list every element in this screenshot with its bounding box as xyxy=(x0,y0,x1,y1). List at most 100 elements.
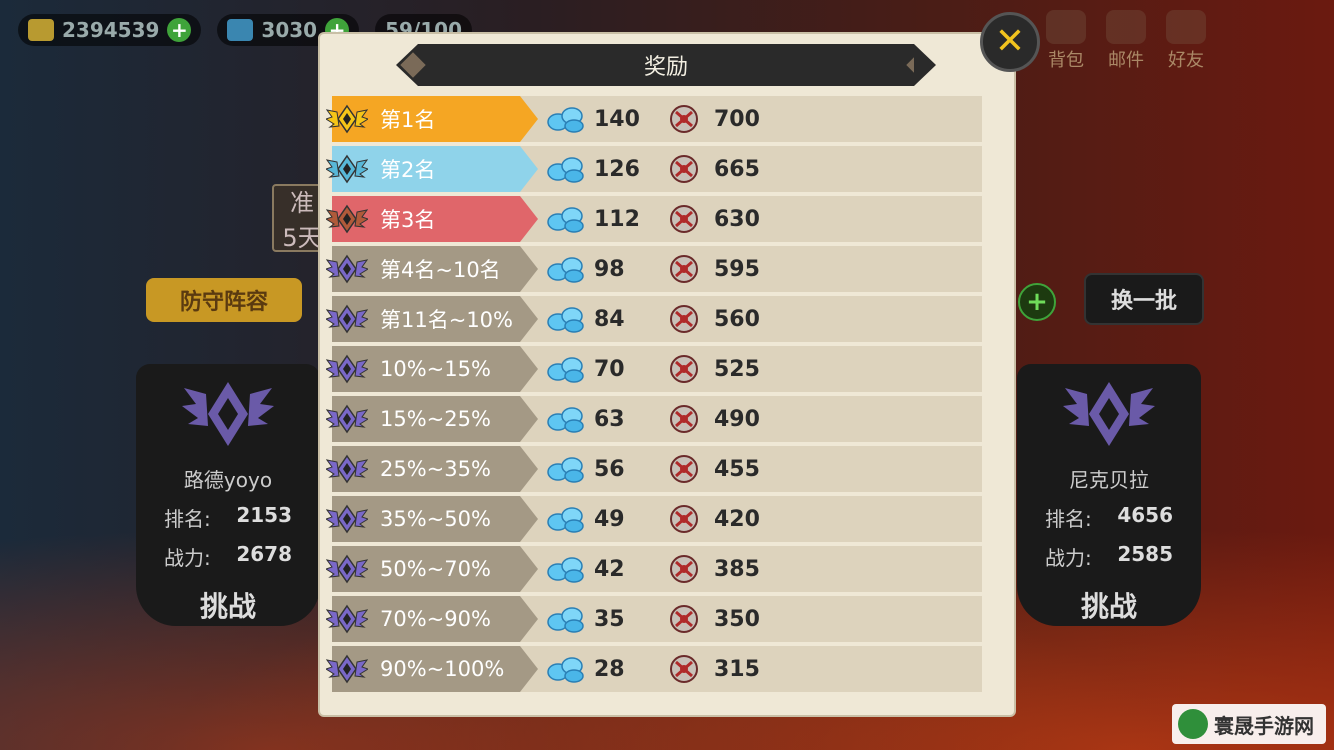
reward-row: 90%~100% 28 315 xyxy=(326,646,982,692)
rewards-dialog: 奖励 第1名 140 700 第2名 126 665 第3名 112 630 第4名~10名 98 5… xyxy=(320,34,1014,715)
reward-rank-label: 第2名 xyxy=(380,158,436,182)
diamond-icon xyxy=(547,557,584,583)
mail-icon xyxy=(1106,10,1146,44)
reward-rank-tier: 第2名 xyxy=(326,146,538,192)
reward-rank-tier: 50%~70% xyxy=(326,546,538,592)
reward-rank-label: 25%~35% xyxy=(380,457,491,481)
diamond-icon xyxy=(547,107,584,133)
rank-emblem-icon xyxy=(1063,382,1155,446)
rank-badge-icon xyxy=(326,254,368,284)
honor-medal-icon xyxy=(670,555,698,583)
honor-medal-icon xyxy=(670,255,698,283)
challenge-button[interactable]: 挑战 xyxy=(1017,585,1201,625)
reward-honor: 525 xyxy=(714,356,760,382)
watermark: 寰晟手游网 xyxy=(1172,704,1326,744)
rank-emblem-icon xyxy=(182,382,274,446)
reward-rank-label: 第11名~10% xyxy=(380,308,513,332)
diamond-icon xyxy=(547,257,584,283)
reward-diamonds: 28 xyxy=(594,656,625,682)
reward-rank-label: 第4名~10名 xyxy=(380,258,501,282)
reward-row: 第11名~10% 84 560 xyxy=(326,296,982,342)
defense-lineup-button[interactable]: 防守阵容 xyxy=(146,278,302,322)
reward-row: 15%~25% 63 490 xyxy=(326,396,982,442)
top-menu: 背包 邮件 好友 xyxy=(1046,10,1206,72)
honor-medal-icon xyxy=(670,605,698,633)
honor-medal-icon xyxy=(670,455,698,483)
reward-rank-tier: 35%~50% xyxy=(326,496,538,542)
opponent-name: 路德yoyo xyxy=(183,468,273,492)
rank-badge-icon xyxy=(326,154,368,184)
reward-row: 第1名 140 700 xyxy=(326,96,982,142)
reward-rank-tier: 10%~15% xyxy=(326,346,538,392)
reward-row: 10%~15% 70 525 xyxy=(326,346,982,392)
reward-rank-label: 10%~15% xyxy=(380,357,491,381)
reward-row: 第3名 112 630 xyxy=(326,196,982,242)
add-gold-button[interactable]: + xyxy=(167,18,192,42)
reward-honor: 595 xyxy=(714,256,760,282)
reward-honor: 350 xyxy=(714,606,760,632)
add-button[interactable]: + xyxy=(1018,283,1056,321)
rank-badge-icon xyxy=(326,304,368,334)
challenge-button[interactable]: 挑战 xyxy=(136,585,320,625)
reward-rank-label: 50%~70% xyxy=(380,557,491,581)
reward-rank-label: 90%~100% xyxy=(380,657,505,681)
opponent-card-left: 路德yoyo 排名: 2153 战力: 2678 挑战 xyxy=(136,364,320,626)
reward-honor: 560 xyxy=(714,306,760,332)
rank-badge-icon xyxy=(326,504,368,534)
opponent-name: 尼克贝拉 xyxy=(1069,468,1149,492)
refresh-opponents-button[interactable]: 换一批 xyxy=(1084,273,1204,325)
diamond-icon xyxy=(547,207,584,233)
friends-button[interactable]: 好友 xyxy=(1166,10,1206,72)
reward-honor: 490 xyxy=(714,406,760,432)
reward-diamonds: 35 xyxy=(594,606,625,632)
reward-rank-label: 35%~50% xyxy=(380,507,491,531)
reward-rank-tier: 25%~35% xyxy=(326,446,538,492)
reward-diamonds: 42 xyxy=(594,556,625,582)
reward-diamonds: 56 xyxy=(594,456,625,482)
rewards-list: 第1名 140 700 第2名 126 665 第3名 112 630 第4名~10名 98 595 第… xyxy=(326,96,982,696)
reward-diamonds: 140 xyxy=(594,106,640,132)
close-button[interactable]: ✕ xyxy=(980,12,1040,72)
bag-icon xyxy=(1046,10,1086,44)
diamond-icon xyxy=(547,357,584,383)
mail-button[interactable]: 邮件 xyxy=(1106,10,1146,72)
opponent-power: 2678 xyxy=(236,542,292,566)
reward-diamonds: 63 xyxy=(594,406,625,432)
honor-medal-icon xyxy=(670,505,698,533)
diamond-icon xyxy=(547,407,584,433)
reward-diamonds: 49 xyxy=(594,506,625,532)
reward-diamonds: 84 xyxy=(594,306,625,332)
honor-medal-icon xyxy=(670,105,698,133)
reward-row: 第4名~10名 98 595 xyxy=(326,246,982,292)
reward-honor: 385 xyxy=(714,556,760,582)
reward-honor: 455 xyxy=(714,456,760,482)
gold-icon xyxy=(28,19,54,41)
honor-medal-icon xyxy=(670,205,698,233)
opponent-card-right: 尼克贝拉 排名: 4656 战力: 2585 挑战 xyxy=(1017,364,1201,626)
reward-diamonds: 126 xyxy=(594,156,640,182)
reward-honor: 665 xyxy=(714,156,760,182)
reward-row: 35%~50% 49 420 xyxy=(326,496,982,542)
rank-badge-icon xyxy=(326,654,368,684)
dialog-title-ribbon: 奖励 xyxy=(396,44,936,86)
honor-medal-icon xyxy=(670,405,698,433)
gold-counter: 2394539 + xyxy=(18,14,202,46)
reward-honor: 700 xyxy=(714,106,760,132)
reward-row: 25%~35% 56 455 xyxy=(326,446,982,492)
reward-rank-tier: 第11名~10% xyxy=(326,296,538,342)
reward-row: 50%~70% 42 385 xyxy=(326,546,982,592)
reward-diamonds: 70 xyxy=(594,356,625,382)
watermark-logo-icon xyxy=(1178,709,1208,739)
reward-rank-label: 15%~25% xyxy=(380,407,491,431)
diamond-icon xyxy=(547,307,584,333)
rank-badge-icon xyxy=(326,104,368,134)
diamond-icon xyxy=(547,507,584,533)
honor-medal-icon xyxy=(670,355,698,383)
close-icon: ✕ xyxy=(994,21,1026,62)
reward-rank-label: 第3名 xyxy=(380,208,436,232)
reward-diamonds: 112 xyxy=(594,206,640,232)
diamond-icon xyxy=(547,157,584,183)
dialog-title: 奖励 xyxy=(643,55,688,80)
gem-icon xyxy=(227,19,254,41)
bag-button[interactable]: 背包 xyxy=(1046,10,1086,72)
